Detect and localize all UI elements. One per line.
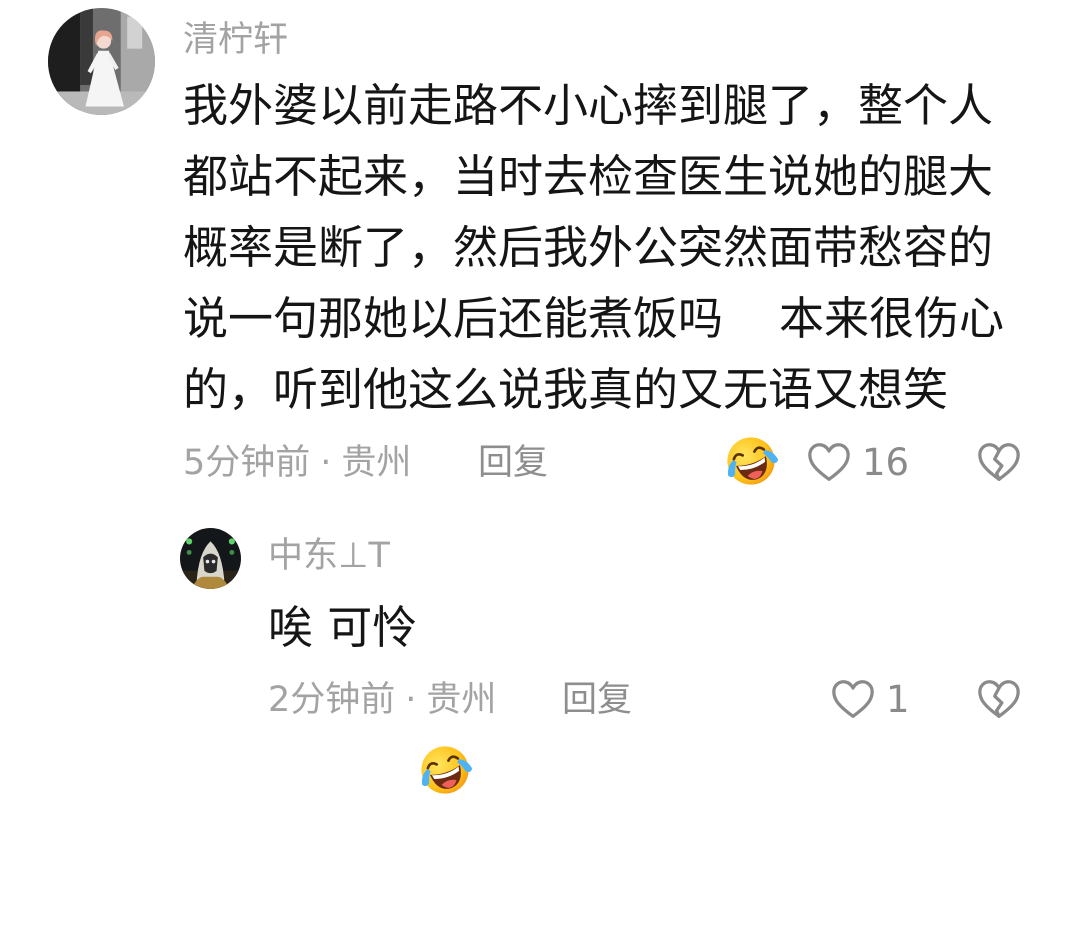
broken-heart-icon[interactable] [976,677,1022,723]
laugh-cry-emoji [417,600,473,794]
main-comment-text: 我外婆以前走路不小心摔到腿了，整个人 都站不起来，当时去检查医生说她的腿大 概率… [183,70,1005,485]
reply-comment-username[interactable]: 中东⊥T [268,536,390,576]
comment-line: 概率是断了，然后我外公突然面带愁容的 [183,212,1004,283]
comment-time: 2分钟前 [268,680,396,720]
comment-line-text: 本来很伤心 [779,292,1005,345]
like-button[interactable]: 1 [830,677,910,723]
like-count: 16 [862,441,910,484]
heart-outline-icon[interactable] [806,440,852,486]
reply-comment-avatar[interactable] [180,528,241,589]
dislike-button[interactable] [976,440,1022,490]
main-comment-meta: 5分钟前 · 贵州 [183,441,411,485]
comment-line-text: 都站不起来，当时去检查医生说她的腿大 [183,150,994,203]
comment-line: 的，听到他这么说我真的又无语又想笑 [183,354,1004,425]
comment-line: 说一句那她以后还能煮饭吗 本来很伤心 [183,283,1005,485]
comment-line-text: 说一句那她以后还能煮饭吗 [183,292,724,345]
comment-line-text: 唉 可怜 [268,601,418,654]
comment-line: 我外婆以前走路不小心摔到腿了，整个人 [183,70,1004,141]
avatar-image [180,528,241,589]
heart-outline-icon[interactable] [830,677,876,723]
comment-location: 贵州 [426,680,497,720]
meta-separator: · [405,680,417,720]
reply-button[interactable]: 回复 [478,441,548,485]
like-count: 1 [886,678,910,721]
comment-line-text: 的，听到他这么说我真的又无语又想笑 [183,363,949,416]
reply-comment-text: 唉 可怜 [268,592,473,794]
like-button[interactable]: 16 [806,440,909,486]
comment-line-text: 我外婆以前走路不小心摔到腿了，整个人 [183,79,994,132]
broken-heart-icon[interactable] [976,440,1022,486]
laugh-cry-emoji [723,291,779,485]
reply-comment-meta: 2分钟前 · 贵州 [268,678,496,722]
reply-button[interactable]: 回复 [562,678,632,722]
main-comment-username[interactable]: 清柠轩 [183,20,288,60]
main-comment-avatar[interactable] [48,8,155,115]
avatar-image [48,8,155,115]
comment-line: 都站不起来，当时去检查医生说她的腿大 [183,141,1004,212]
comment-location: 贵州 [341,443,412,483]
comment-line: 唉 可怜 [268,592,473,794]
comment-line-text: 概率是断了，然后我外公突然面带愁容的 [183,221,994,274]
dislike-button[interactable] [976,677,1022,727]
comment-time: 5分钟前 [183,443,311,483]
meta-separator: · [320,443,332,483]
